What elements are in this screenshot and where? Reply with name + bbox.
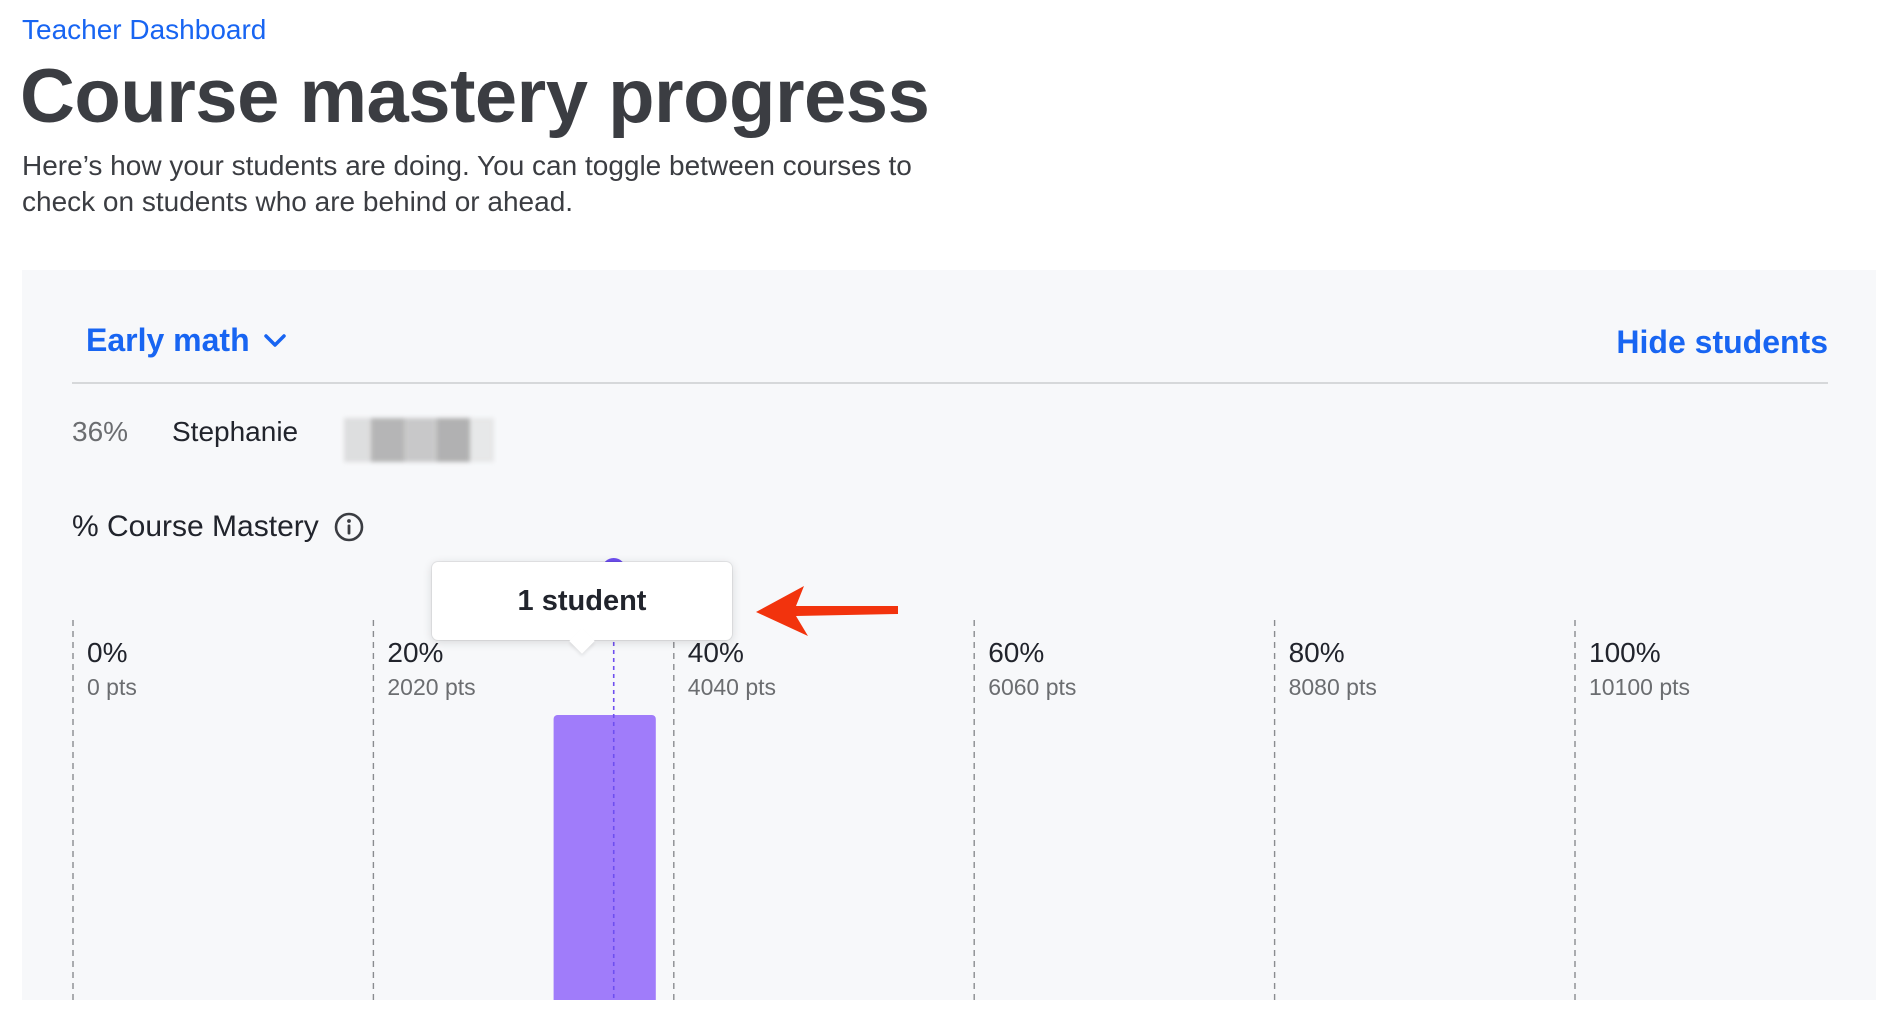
tick-label: 100% bbox=[1589, 637, 1661, 668]
student-name: Stephanie bbox=[172, 416, 299, 447]
tick-label: 80% bbox=[1289, 637, 1345, 668]
student-row[interactable]: 36% Stephanie bbox=[72, 410, 672, 462]
panel-header: Early math Hide students bbox=[72, 270, 1828, 384]
tick-sublabel: 6060 pts bbox=[988, 674, 1076, 700]
page-description: Here’s how your students are doing. You … bbox=[22, 150, 912, 217]
tick-sublabel: 8080 pts bbox=[1289, 674, 1377, 700]
red-arrow-annotation-icon bbox=[756, 586, 898, 636]
tooltip-text: 1 student bbox=[517, 584, 647, 617]
tick-label: 60% bbox=[988, 637, 1044, 668]
course-mastery-panel: 0% 0 pts 20% 2020 pts 40% 4040 pts 60% 6060 pts… bbox=[22, 270, 1876, 1000]
tick-sublabel: 10100 pts bbox=[1589, 674, 1690, 700]
tick-sublabel: 4040 pts bbox=[688, 674, 776, 700]
histogram-bar bbox=[553, 715, 656, 1000]
course-select-label: Early math bbox=[86, 322, 250, 358]
hide-students-button[interactable]: Hide students bbox=[1616, 324, 1828, 361]
tick-label: 40% bbox=[688, 637, 744, 668]
course-select-dropdown[interactable]: Early math bbox=[86, 322, 286, 359]
student-mastery-percent: 36% bbox=[72, 416, 129, 447]
tick-sublabel: 0 pts bbox=[87, 674, 137, 700]
page-title: Course mastery progress bbox=[20, 54, 930, 139]
tick-label: 20% bbox=[387, 637, 443, 668]
tick-label: 0% bbox=[87, 637, 127, 668]
bar-tooltip: 1 student bbox=[432, 562, 732, 640]
tick-sublabel: 2020 pts bbox=[387, 674, 475, 700]
mastery-label-text: % Course Mastery bbox=[72, 510, 319, 543]
redacted-surname bbox=[344, 418, 494, 462]
chevron-down-icon bbox=[263, 333, 286, 347]
breadcrumb-teacher-dashboard[interactable]: Teacher Dashboard bbox=[22, 14, 266, 46]
info-icon[interactable] bbox=[333, 511, 365, 543]
mastery-label: % Course Mastery bbox=[72, 510, 365, 544]
